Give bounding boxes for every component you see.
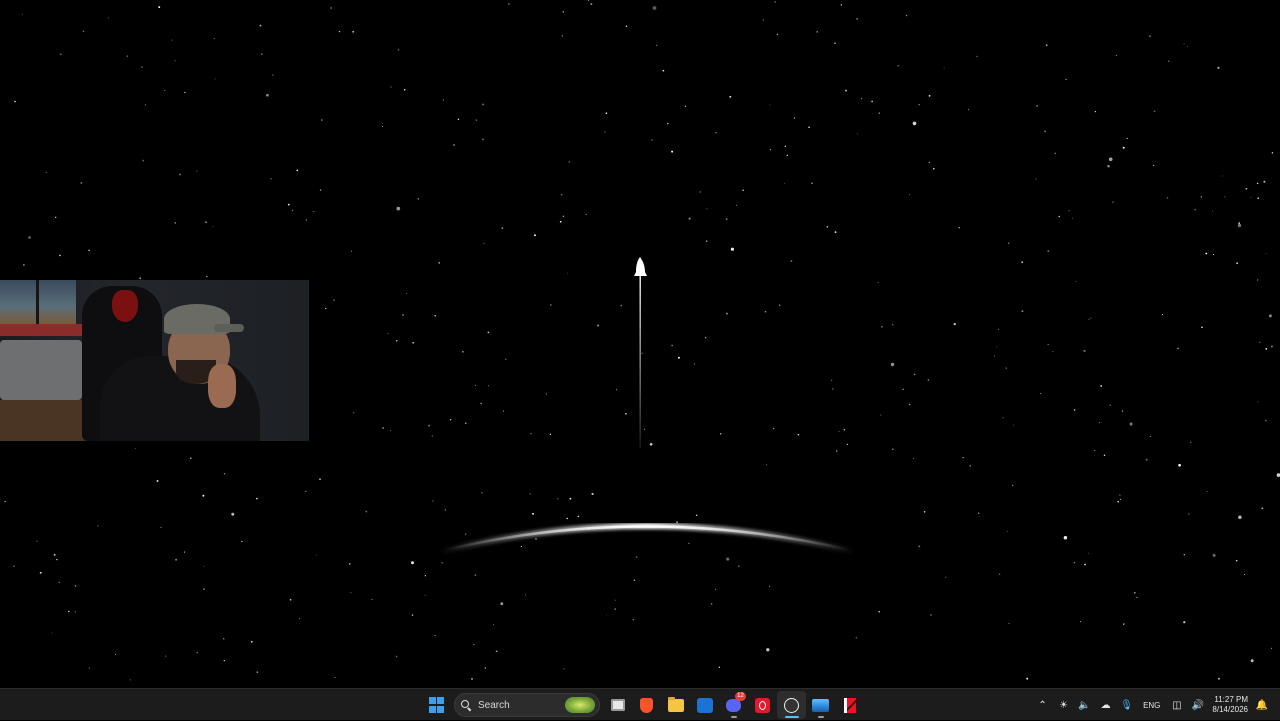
running-indicator xyxy=(817,716,824,718)
clock[interactable]: 11:27 PM 8/14/2026 xyxy=(1208,695,1254,715)
network-button[interactable]: ◫ xyxy=(1166,691,1187,719)
sun-icon: ☀ xyxy=(1059,699,1069,711)
taskbar-apps: Search 12 xyxy=(422,689,864,721)
file-explorer-button[interactable] xyxy=(661,691,690,719)
task-view-icon xyxy=(610,699,625,711)
webcam-overlay xyxy=(0,280,309,441)
discord-button[interactable]: 12 xyxy=(719,691,748,719)
volume-icon: 🔊 xyxy=(1191,699,1205,711)
clock-date: 8/14/2026 xyxy=(1212,705,1248,714)
language-indicator[interactable]: ENG xyxy=(1137,701,1166,710)
start-button[interactable] xyxy=(422,691,451,719)
capcut-icon xyxy=(843,697,857,713)
search-highlight-image xyxy=(565,697,595,713)
notifications-button[interactable]: 🔔 xyxy=(1254,700,1270,711)
bell-icon: 🔔 xyxy=(1255,699,1269,711)
speaker-icon: 🔈 xyxy=(1078,699,1091,711)
brave-button[interactable] xyxy=(632,691,661,719)
outlook-icon xyxy=(696,697,713,713)
system-tray: ⌃ ☀ 🔈 ☁ 🎙 ENG ◫ 🔊 11:27 PM 8/14/2026 🔔 xyxy=(1032,689,1280,721)
taskbar-search[interactable]: Search xyxy=(454,693,600,717)
clock-time: 11:27 PM xyxy=(1214,695,1248,704)
network-icon: ◫ xyxy=(1172,699,1182,711)
folder-icon xyxy=(667,696,684,712)
active-indicator xyxy=(784,716,799,718)
capcut-button[interactable] xyxy=(835,691,864,719)
taskbar: Search 12 ⌃ ☀ 🔈 ☁ 🎙 ENG ◫ 🔊 11:27 PM 8/1… xyxy=(0,688,1280,720)
search-label: Search xyxy=(478,699,510,711)
windows-icon xyxy=(428,697,445,713)
running-indicator xyxy=(730,716,737,718)
obs-button[interactable] xyxy=(777,691,806,719)
search-icon xyxy=(461,700,471,710)
rocket-icon xyxy=(634,257,647,276)
volume-button[interactable]: 🔊 xyxy=(1187,691,1208,719)
cloud-icon: ☁ xyxy=(1100,699,1111,711)
brave-icon xyxy=(640,697,653,713)
chevron-up-icon: ⌃ xyxy=(1038,699,1047,711)
opera-icon xyxy=(755,697,770,713)
onedrive-button[interactable]: ☁ xyxy=(1095,691,1116,719)
microphone-button[interactable]: 🎙 xyxy=(1116,691,1137,719)
show-hidden-icons-button[interactable]: ⌃ xyxy=(1032,691,1053,719)
rocket-trail xyxy=(639,272,641,448)
audio-device-button[interactable]: 🔈 xyxy=(1074,691,1095,719)
obs-icon xyxy=(784,697,799,713)
notification-badge: 12 xyxy=(735,692,746,701)
task-view-button[interactable] xyxy=(603,691,632,719)
photos-icon xyxy=(812,698,829,712)
microphone-icon: 🎙 xyxy=(1120,699,1133,711)
outlook-button[interactable] xyxy=(690,691,719,719)
brightness-button[interactable]: ☀ xyxy=(1053,691,1074,719)
opera-button[interactable] xyxy=(748,691,777,719)
photos-button[interactable] xyxy=(806,691,835,719)
